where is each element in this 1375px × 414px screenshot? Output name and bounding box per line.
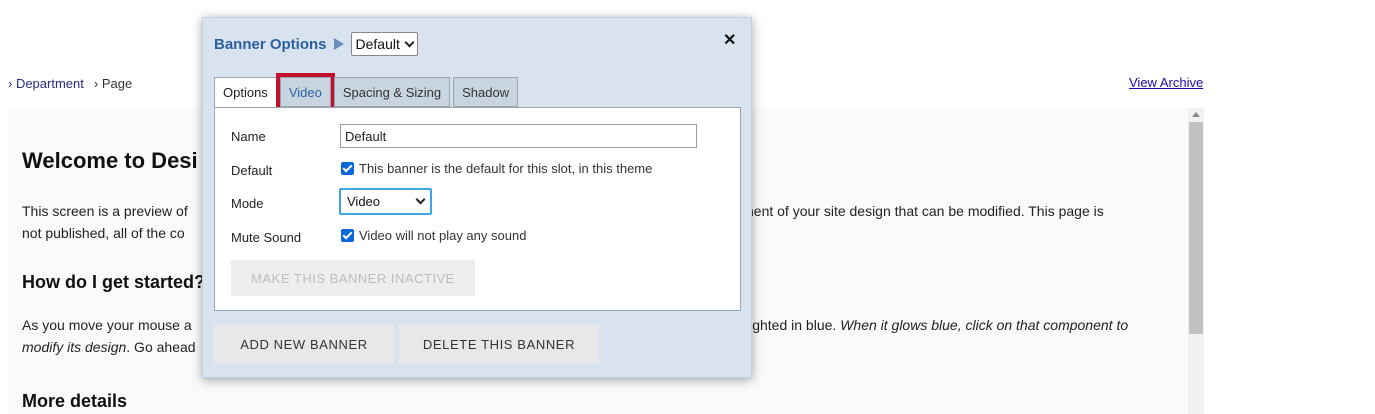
tab-options[interactable]: Options (214, 77, 277, 108)
breadcrumb-department[interactable]: › Department (8, 76, 84, 91)
banner-options-dialog: Banner Options Default ✕ Options Video S… (202, 17, 752, 378)
arrow-right-icon (333, 38, 344, 50)
view-archive-link[interactable]: View Archive (1129, 75, 1203, 90)
mouse-line-1-italic: When it glows blue, click on that compon… (840, 317, 1129, 333)
banner-select[interactable]: Default (350, 32, 418, 56)
tab-shadow[interactable]: Shadow (453, 77, 519, 107)
default-checkbox-row[interactable]: This banner is the default for this slot… (341, 161, 652, 176)
more-details-heading: More details (22, 391, 128, 411)
intro-line-2: not published, all of the co (22, 225, 185, 241)
mouse-line-1-right: lighted in blue. When it glows blue, cli… (746, 314, 1128, 336)
chevron-down-icon (415, 194, 426, 205)
mute-checkbox-text: Video will not play any sound (359, 228, 527, 243)
mouse-line-2-italic: modify its design (22, 339, 127, 355)
options-panel: Name Default This banner is the default … (214, 107, 741, 311)
content-scrollbar[interactable] (1188, 108, 1204, 414)
name-label: Name (231, 129, 266, 144)
default-checkbox[interactable] (341, 162, 354, 175)
get-started-heading: How do I get started? (22, 272, 206, 292)
tab-spacing-sizing[interactable]: Spacing & Sizing (333, 77, 451, 107)
mouse-line-2-plain: . Go ahead (126, 339, 196, 355)
scrollbar-thumb[interactable] (1189, 122, 1203, 334)
mode-select[interactable]: Video (339, 188, 432, 215)
scroll-up-arrow-icon[interactable] (1192, 112, 1200, 117)
delete-banner-button[interactable]: DELETE THIS BANNER (399, 324, 599, 364)
dialog-title: Banner Options (214, 35, 327, 53)
mouse-line-1-plain: lighted in blue. (746, 317, 841, 333)
add-new-banner-button[interactable]: ADD NEW BANNER (214, 324, 394, 364)
mute-checkbox-row[interactable]: Video will not play any sound (341, 228, 526, 243)
chevron-down-icon (404, 37, 415, 47)
mouse-line-1: As you move your mouse a (22, 317, 192, 333)
tab-video[interactable]: Video (275, 73, 335, 111)
dialog-header: Banner Options Default (214, 32, 418, 56)
default-checkbox-text: This banner is the default for this slot… (359, 161, 653, 176)
breadcrumb-page: › Page (93, 76, 133, 91)
mouse-line-2: modify its design. Go ahead (22, 336, 196, 358)
intro-line-1-right: nent of your site design that can be mod… (746, 203, 1104, 219)
dialog-tabs: Options Video Spacing & Sizing Shadow (214, 73, 519, 111)
welcome-heading: Welcome to Desi (22, 148, 198, 173)
default-label: Default (231, 163, 273, 178)
mode-select-value: Video (347, 194, 381, 209)
close-icon[interactable]: ✕ (723, 30, 736, 50)
name-input[interactable] (340, 124, 697, 148)
banner-select-value: Default (355, 36, 400, 52)
make-inactive-button[interactable]: MAKE THIS BANNER INACTIVE (231, 260, 475, 296)
mute-label: Mute Sound (231, 230, 302, 245)
intro-line-1: This screen is a preview of (22, 203, 188, 219)
breadcrumb: › Department › Page (8, 76, 132, 91)
mute-checkbox[interactable] (341, 229, 354, 242)
mode-label: Mode (231, 196, 264, 211)
